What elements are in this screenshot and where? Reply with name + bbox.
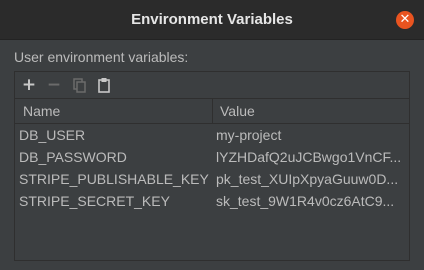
copy-icon[interactable] <box>69 75 89 95</box>
section-label: User environment variables: <box>14 49 189 65</box>
variables-panel: + − Name Value DB_USER my-project DB_PAS… <box>14 71 410 261</box>
column-header-value[interactable]: Value <box>220 103 255 119</box>
cell-name[interactable]: DB_USER <box>19 127 209 143</box>
table-row[interactable]: DB_PASSWORD lYZHDafQ2uJCBwgo1VnCF... <box>15 146 409 168</box>
cell-value[interactable]: lYZHDafQ2uJCBwgo1VnCF... <box>216 149 406 165</box>
table-toolbar: + − <box>15 72 409 99</box>
title-bar: Environment Variables ✕ <box>0 0 424 40</box>
table-row[interactable]: STRIPE_SECRET_KEY sk_test_9W1R4v0cz6AtC9… <box>15 190 409 212</box>
cell-name[interactable]: DB_PASSWORD <box>19 149 209 165</box>
cell-value[interactable]: sk_test_9W1R4v0cz6AtC9... <box>216 193 406 209</box>
close-icon[interactable]: ✕ <box>396 11 414 29</box>
table-header: Name Value <box>15 99 409 124</box>
cell-value[interactable]: pk_test_XUIpXpyaGuuw0D... <box>216 171 406 187</box>
copy-icon-graphic <box>73 78 86 93</box>
paste-icon[interactable] <box>94 75 114 95</box>
table-row[interactable]: STRIPE_PUBLISHABLE_KEY pk_test_XUIpXpyaG… <box>15 168 409 190</box>
environment-variables-dialog: Environment Variables ✕ User environment… <box>0 0 424 270</box>
minus-icon[interactable]: − <box>44 75 64 95</box>
cell-name[interactable]: STRIPE_PUBLISHABLE_KEY <box>19 171 209 187</box>
cell-name[interactable]: STRIPE_SECRET_KEY <box>19 193 209 209</box>
paste-icon-graphic <box>98 78 110 93</box>
dialog-title: Environment Variables <box>131 11 293 28</box>
column-header-name[interactable]: Name <box>23 103 60 119</box>
cell-value[interactable]: my-project <box>216 127 406 143</box>
table-body: DB_USER my-project DB_PASSWORD lYZHDafQ2… <box>15 124 409 212</box>
column-divider[interactable] <box>212 99 213 123</box>
table-row[interactable]: DB_USER my-project <box>15 124 409 146</box>
plus-icon[interactable]: + <box>19 75 39 95</box>
